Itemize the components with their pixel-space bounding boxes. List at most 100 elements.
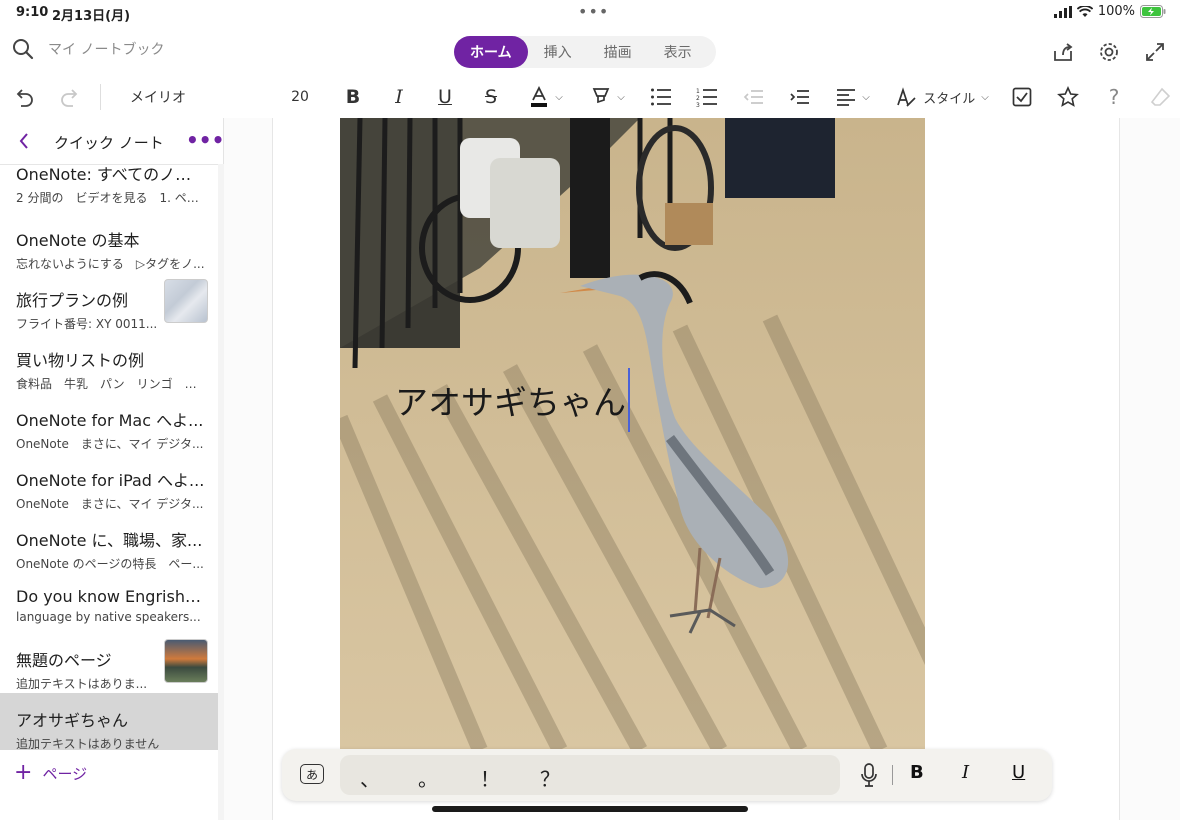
help-button[interactable]: ? [1102,78,1126,116]
chevron-down-icon: ⌵ [617,91,625,103]
list-item-selected[interactable]: アオサギちゃん 追加テキストはありません [0,693,224,750]
multitasking-dots-icon[interactable]: ••• [578,2,609,21]
kana-input-toggle[interactable]: あ [300,764,324,784]
page-sidebar: クイック ノート ••• OneNote: すべてのノート... 2 分間の ビ… [0,118,224,820]
list-item[interactable]: OneNote for iPad へよ... OneNote まさに、マイ デジ… [0,453,224,513]
list-item[interactable]: 旅行プランの例 フライト番号: XY 0011... [0,273,224,333]
note-page[interactable]: アオサギちゃん [272,118,1120,820]
align-button[interactable]: ⌵ [832,78,874,116]
undo-button[interactable] [10,78,38,116]
exclamation-key[interactable]: ！ [480,763,500,792]
battery-icon [1140,5,1166,18]
tab-insert[interactable]: 挿入 [528,36,588,68]
gear-icon [1100,43,1118,61]
star-icon [1057,86,1079,107]
tag-button[interactable] [1056,78,1080,116]
add-page-button[interactable]: + ページ [14,762,87,784]
back-chevron-icon[interactable] [18,132,30,150]
microphone-icon [861,763,877,787]
list-item[interactable]: 無題のページ 追加テキストはありま... [0,633,224,693]
chevron-down-icon: ⌵ [981,91,989,103]
dictation-button[interactable] [860,763,878,791]
indent-icon [790,90,809,104]
italic-button[interactable]: I [386,78,412,116]
numbered-list-icon: 123 [696,88,717,107]
eraser-button[interactable] [1148,78,1172,116]
align-left-icon [837,89,856,106]
style-label: スタイル [923,91,976,107]
page-title: 旅行プランの例 [16,291,129,310]
period-key[interactable]: 。 [418,763,438,792]
font-size-selector[interactable]: 20 [288,78,312,116]
redo-button[interactable] [56,78,84,116]
map-thumbnail [164,279,208,323]
bullet-list-icon [651,88,671,106]
tab-home[interactable]: ホーム [454,36,528,68]
expand-button[interactable] [1142,39,1168,65]
battery-percent: 100% [1097,4,1135,19]
list-item[interactable]: OneNote の基本 忘れないようにする ▷タグをノ... [0,213,224,273]
list-item[interactable]: OneNote: すべてのノート... 2 分間の ビデオを見る 1. ペー..… [0,165,224,213]
keyboard-accessory-bar: あ 、 。 ！ ？ B I U [282,749,1052,801]
eraser-icon [1150,87,1170,106]
page-title: アオサギちゃん [16,711,129,730]
heron-photo-drawing [340,118,925,750]
undo-icon [16,89,33,107]
list-item[interactable]: Do you know Engrish?... language by nati… [0,573,224,633]
highlight-button[interactable]: ⌵ [588,78,628,116]
question-key[interactable]: ？ [540,763,560,792]
onenote-app: 9:10 2月13日(月) ••• 100% マイ ノートブック ホーム 挿入 … [0,0,1180,820]
status-date: 2月13日(月) [52,9,131,24]
numbered-list-button[interactable]: 123 [694,78,720,116]
search-placeholder: マイ ノートブック [48,42,165,58]
page-title: OneNote に、職場、家... [16,531,203,550]
settings-button[interactable] [1096,39,1122,65]
kb-underline-button[interactable]: U [1012,762,1025,783]
search-icon [13,39,34,60]
comma-key[interactable]: 、 [360,763,380,792]
home-indicator[interactable] [432,806,748,812]
svg-text:1: 1 [696,88,700,95]
kb-bold-button[interactable]: B [910,762,924,783]
bullet-list-button[interactable] [648,78,674,116]
tab-draw[interactable]: 描画 [588,36,648,68]
outdent-button[interactable] [740,78,766,116]
page-snippet: 忘れないようにする ▷タグをノ... [16,257,205,271]
page-title: Do you know Engrish?... [16,587,206,606]
chevron-down-icon: ⌵ [555,91,563,103]
wifi-icon [1076,5,1093,17]
outdent-icon [743,90,763,104]
page-title: 無題のページ [16,651,112,670]
keyboard-divider [892,765,893,785]
share-button[interactable] [1050,39,1076,65]
page-snippet: 食料品 牛乳 パン リンゴ チョ... [16,377,206,391]
share-icon [1054,43,1073,61]
heron-photo[interactable] [340,118,925,750]
note-text-block[interactable]: アオサギちゃん [395,376,626,424]
font-name-selector[interactable]: メイリオ [130,78,190,116]
list-item[interactable]: OneNote に、職場、家... OneNote のページの特長 ペー... [0,513,224,573]
page-title: OneNote for iPad へよ... [16,471,205,490]
font-color-icon [531,86,548,107]
tab-view[interactable]: 表示 [648,36,708,68]
font-color-button[interactable]: ⌵ [524,78,568,116]
page-snippet: language by native speakers... [16,610,201,624]
underline-button[interactable]: U [432,78,458,116]
status-time: 9:10 [16,5,49,20]
sunset-thumbnail [164,639,208,683]
list-item[interactable]: 買い物リストの例 食料品 牛乳 パン リンゴ チョ... [0,333,224,393]
indent-button[interactable] [786,78,812,116]
search-box[interactable]: マイ ノートブック [12,38,164,60]
page-snippet: OneNote のページの特長 ペー... [16,557,204,571]
note-canvas[interactable]: アオサギちゃん [224,118,1180,820]
style-button[interactable]: スタイル ⌵ [894,78,990,116]
todo-tag-button[interactable] [1010,78,1034,116]
kb-italic-button[interactable]: I [962,762,969,783]
strikethrough-button[interactable]: S [478,78,504,116]
page-snippet: OneNote まさに、マイ デジタ... [16,437,204,451]
list-item[interactable]: OneNote for Mac へよ... OneNote まさに、マイ デジタ… [0,393,224,453]
ribbon-toolbar: メイリオ 20 B I U S ⌵ ⌵ 123 ⌵ スタイル ⌵ ? [0,78,1180,116]
bold-button[interactable]: B [340,78,366,116]
status-right: 100% [1053,4,1166,19]
more-options-icon[interactable]: ••• [186,128,224,152]
